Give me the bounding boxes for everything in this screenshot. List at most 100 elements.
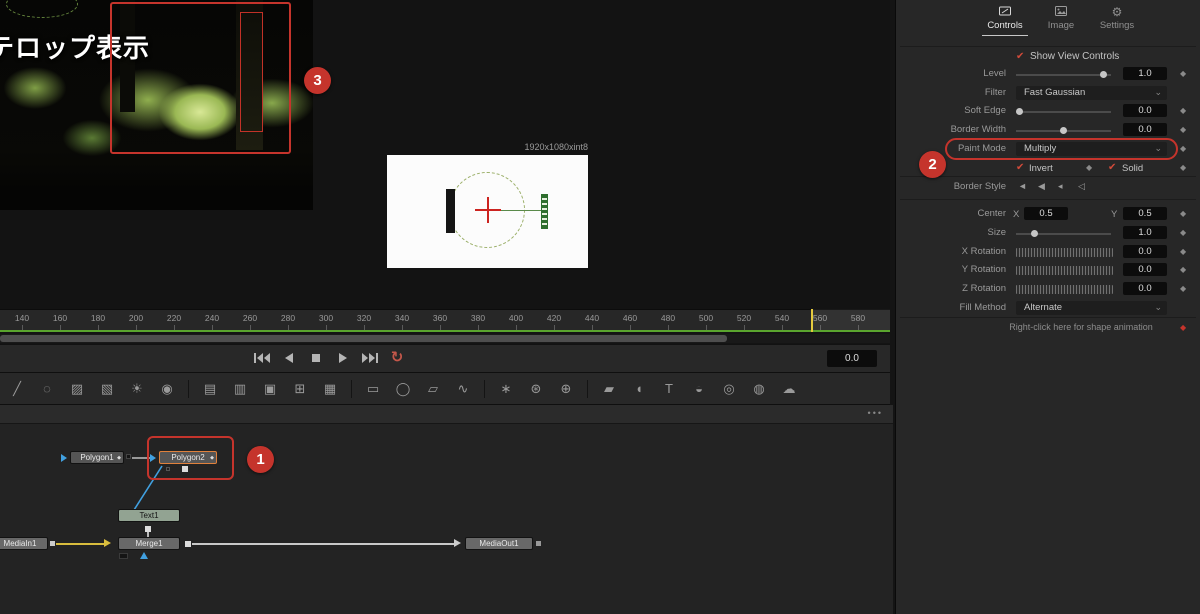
- center-crosshair-icon[interactable]: [475, 209, 501, 211]
- node-mediain1[interactable]: MediaIn1: [0, 537, 48, 550]
- merge-tool-icon[interactable]: ▣: [257, 376, 283, 402]
- current-frame-field[interactable]: 0.0: [827, 350, 877, 367]
- background-tool-icon[interactable]: ▨: [64, 376, 90, 402]
- fill-method-dropdown[interactable]: Alternate ⌄: [1016, 301, 1167, 315]
- border-style-option-1-icon[interactable]: ◄: [1018, 181, 1027, 191]
- saver-tool-icon[interactable]: ▥: [227, 376, 253, 402]
- soft-edge-slider[interactable]: [1016, 108, 1111, 115]
- mediain1-output-socket[interactable]: [50, 541, 55, 546]
- timeline-scrollbar-thumb[interactable]: [0, 335, 727, 342]
- fastnoise-tool-icon[interactable]: ◌: [34, 376, 60, 402]
- filter-dropdown[interactable]: Fast Gaussian ⌄: [1016, 86, 1167, 100]
- keyframe-diamond-icon[interactable]: ◆: [1180, 209, 1186, 218]
- border-width-value-field[interactable]: 0.0: [1123, 123, 1167, 136]
- center-x-field[interactable]: 0.5: [1024, 207, 1068, 220]
- show-view-controls-checkbox[interactable]: ✔: [1016, 51, 1024, 62]
- merge1-bg-input-arrow-icon[interactable]: [104, 539, 111, 547]
- keyframe-diamond-icon[interactable]: ◆: [1180, 323, 1186, 332]
- bspline-mask-icon[interactable]: ∿: [450, 376, 476, 402]
- keyframe-diamond-icon[interactable]: ◆: [1180, 265, 1186, 274]
- z-rotation-thumbwheel[interactable]: [1016, 285, 1113, 294]
- keyframe-diamond-icon[interactable]: ◆: [1086, 163, 1092, 172]
- loader-tool-icon[interactable]: ▤: [197, 376, 223, 402]
- go-to-end-button[interactable]: [360, 350, 380, 366]
- size-slider[interactable]: [1016, 230, 1111, 237]
- keyframe-diamond-icon[interactable]: ◆: [1180, 106, 1186, 115]
- row-x-rotation: X Rotation 0.0 ◆: [896, 244, 1200, 260]
- row-level: Level 1.0 ◆: [896, 66, 1200, 82]
- imageplane3d-tool-icon[interactable]: ▰: [596, 376, 622, 402]
- size-label: Size: [987, 227, 1006, 238]
- prender-tool-icon[interactable]: ⊕: [553, 376, 579, 402]
- left-viewer-image[interactable]: テロップ表示: [0, 0, 313, 210]
- keyframe-diamond-icon[interactable]: ◆: [1180, 163, 1186, 172]
- node-polygon1[interactable]: Polygon1 ◆: [70, 451, 124, 464]
- pmerge-tool-icon[interactable]: ⊛: [523, 376, 549, 402]
- node-editor-canvas[interactable]: Polygon1 ◆ Polygon2 ◆ Text1 MediaIn1 Mer…: [0, 424, 893, 614]
- play-reverse-button[interactable]: [279, 350, 299, 366]
- blur-tool-icon[interactable]: ◉: [154, 376, 180, 402]
- border-style-option-3-icon[interactable]: ◂: [1058, 181, 1063, 192]
- resize-tool-icon[interactable]: ⊞: [287, 376, 313, 402]
- playhead[interactable]: [811, 309, 813, 332]
- merge1-fg-input-arrow-icon[interactable]: [140, 552, 148, 559]
- polygon-mask-icon[interactable]: ▱: [420, 376, 446, 402]
- stop-button[interactable]: [306, 350, 326, 366]
- spotlight3d-tool-icon[interactable]: ◒: [686, 376, 712, 402]
- y-rotation-value-field[interactable]: 0.0: [1123, 263, 1167, 276]
- keyframe-diamond-icon[interactable]: ◆: [1180, 125, 1186, 134]
- soft-edge-value-field[interactable]: 0.0: [1123, 104, 1167, 117]
- loop-button[interactable]: ↻: [387, 350, 407, 366]
- keyframe-diamond-icon[interactable]: ◆: [1180, 247, 1186, 256]
- z-rotation-value-field[interactable]: 0.0: [1123, 282, 1167, 295]
- polygon1-output-socket[interactable]: [126, 454, 131, 459]
- tab-controls[interactable]: Controls: [982, 5, 1028, 36]
- row-shape-animation-hint: Right-click here for shape animation ◆: [896, 320, 1200, 336]
- merge3d-tool-icon[interactable]: ◎: [716, 376, 742, 402]
- node-text1[interactable]: Text1: [118, 509, 180, 522]
- shape3d-tool-icon[interactable]: ◖: [626, 376, 652, 402]
- x-rotation-value-field[interactable]: 0.0: [1123, 245, 1167, 258]
- brightness-tool-icon[interactable]: ☀: [124, 376, 150, 402]
- keyframe-diamond-icon[interactable]: ◆: [1180, 144, 1186, 153]
- mediaout1-input-arrow-icon[interactable]: [454, 539, 461, 547]
- pemitter-tool-icon[interactable]: ∗: [493, 376, 519, 402]
- keyframe-diamond-icon[interactable]: ◆: [1180, 69, 1186, 78]
- invert-checkbox[interactable]: ✔: [1016, 162, 1024, 173]
- gradient-tool-icon[interactable]: ▧: [94, 376, 120, 402]
- border-width-slider[interactable]: [1016, 127, 1111, 134]
- keyframe-diamond-icon[interactable]: ◆: [1180, 284, 1186, 293]
- merge1-output-socket[interactable]: [185, 541, 191, 547]
- x-rotation-thumbwheel[interactable]: [1016, 248, 1113, 257]
- rectangle-mask-icon[interactable]: ▭: [360, 376, 386, 402]
- camera3d-tool-icon[interactable]: ◍: [746, 376, 772, 402]
- border-style-option-4-icon[interactable]: ◁: [1078, 181, 1085, 192]
- go-to-start-button[interactable]: [252, 350, 272, 366]
- play-forward-button[interactable]: [333, 350, 353, 366]
- keyframe-diamond-icon[interactable]: ◆: [1180, 228, 1186, 237]
- renderer3d-tool-icon[interactable]: ☁: [776, 376, 802, 402]
- timeline-ruler[interactable]: 140 160 180 200 220 240 260 280 300 320 340 360 380 4…: [0, 309, 890, 330]
- toolbar-separator: [188, 379, 189, 398]
- select-tool-icon[interactable]: ╱: [4, 376, 30, 402]
- node-merge1[interactable]: Merge1: [118, 537, 180, 550]
- crop-tool-icon[interactable]: ▦: [317, 376, 343, 402]
- ellipse-mask-icon[interactable]: ◯: [390, 376, 416, 402]
- border-style-option-2-icon[interactable]: ◀: [1038, 181, 1045, 192]
- tab-image[interactable]: Image: [1038, 5, 1084, 36]
- merge1-mode-chip[interactable]: [119, 553, 128, 559]
- annotation-rect-viewer: [110, 2, 291, 154]
- level-value-field[interactable]: 1.0: [1123, 67, 1167, 80]
- level-slider[interactable]: [1016, 71, 1111, 78]
- center-y-field[interactable]: 0.5: [1123, 207, 1167, 220]
- y-rotation-thumbwheel[interactable]: [1016, 266, 1113, 275]
- polygon1-input-arrow-icon[interactable]: [61, 454, 67, 462]
- node-mediaout1[interactable]: MediaOut1: [465, 537, 533, 550]
- tab-settings[interactable]: ⚙ Settings: [1094, 5, 1140, 36]
- mediaout1-output-socket[interactable]: [536, 541, 541, 546]
- size-value-field[interactable]: 1.0: [1123, 226, 1167, 239]
- text3d-tool-icon[interactable]: T: [656, 376, 682, 402]
- right-viewer-image[interactable]: [387, 155, 588, 268]
- solid-checkbox[interactable]: ✔: [1108, 162, 1116, 173]
- node-editor-options-button[interactable]: •••: [868, 408, 883, 418]
